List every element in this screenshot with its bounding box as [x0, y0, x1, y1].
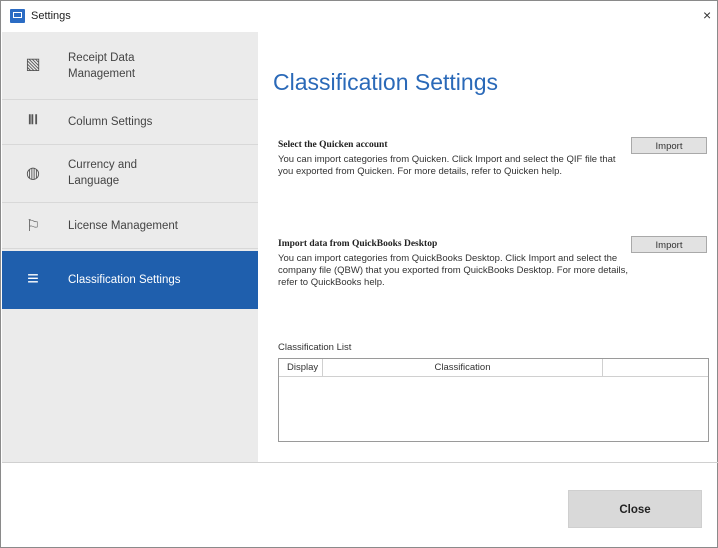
column-header-classification[interactable]: Classification [323, 359, 603, 376]
quickbooks-section-text: You can import categories from QuickBook… [278, 253, 629, 288]
quicken-section-text: You can import categories from Quicken. … [278, 154, 616, 177]
sidebar-item-column-settings[interactable]: ⅡⅠ Column Settings [2, 100, 258, 145]
settings-app-icon [10, 9, 25, 23]
column-header-empty [603, 359, 708, 376]
sidebar-item-label: Currency and Language [68, 159, 138, 187]
columns-icon: ⅡⅠ [27, 112, 39, 127]
sidebar-item-label: Column Settings [68, 116, 153, 128]
page-title: Classification Settings [273, 69, 498, 95]
sidebar-item-license-management[interactable]: ⚐ License Management [2, 203, 258, 249]
sidebar-item-classification-settings[interactable]: ≡ Classification Settings [2, 251, 258, 309]
title-bar: Settings × [1, 1, 717, 32]
footer-divider [2, 462, 718, 463]
window-close-icon[interactable]: × [703, 6, 717, 24]
sidebar-item-currency-and-language[interactable]: ◍ Currency and Language [2, 145, 258, 203]
globe-icon: ◍ [26, 165, 40, 182]
column-header-display[interactable]: Display [279, 359, 323, 376]
receipt-icon: ▧ [25, 56, 41, 73]
settings-sidebar: ▧ Receipt Data Management ⅡⅠ Column Sett… [2, 32, 258, 462]
quickbooks-import-button[interactable]: Import [631, 236, 707, 253]
quicken-section-heading: Select the Quicken account [278, 140, 388, 150]
classification-list-label: Classification List [278, 342, 352, 353]
sidebar-item-label: Receipt Data Management [68, 52, 136, 80]
list-icon: ≡ [27, 268, 39, 290]
quickbooks-section-heading: Import data from QuickBooks Desktop [278, 239, 438, 249]
sidebar-item-label: Classification Settings [68, 274, 181, 286]
quicken-import-button[interactable]: Import [631, 137, 707, 154]
sidebar-item-label: License Management [68, 220, 178, 232]
settings-window: Settings × ▧ Receipt Data Management ⅡⅠ … [0, 0, 718, 548]
license-icon: ⚐ [25, 218, 41, 235]
list-header: Display Classification [279, 359, 708, 377]
sidebar-item-receipt-data-management[interactable]: ▧ Receipt Data Management [2, 32, 258, 100]
main-content: Classification Settings Select the Quick… [258, 32, 717, 462]
close-button[interactable]: Close [568, 490, 702, 528]
classification-list[interactable]: Display Classification [278, 358, 709, 442]
window-title: Settings [31, 10, 71, 22]
